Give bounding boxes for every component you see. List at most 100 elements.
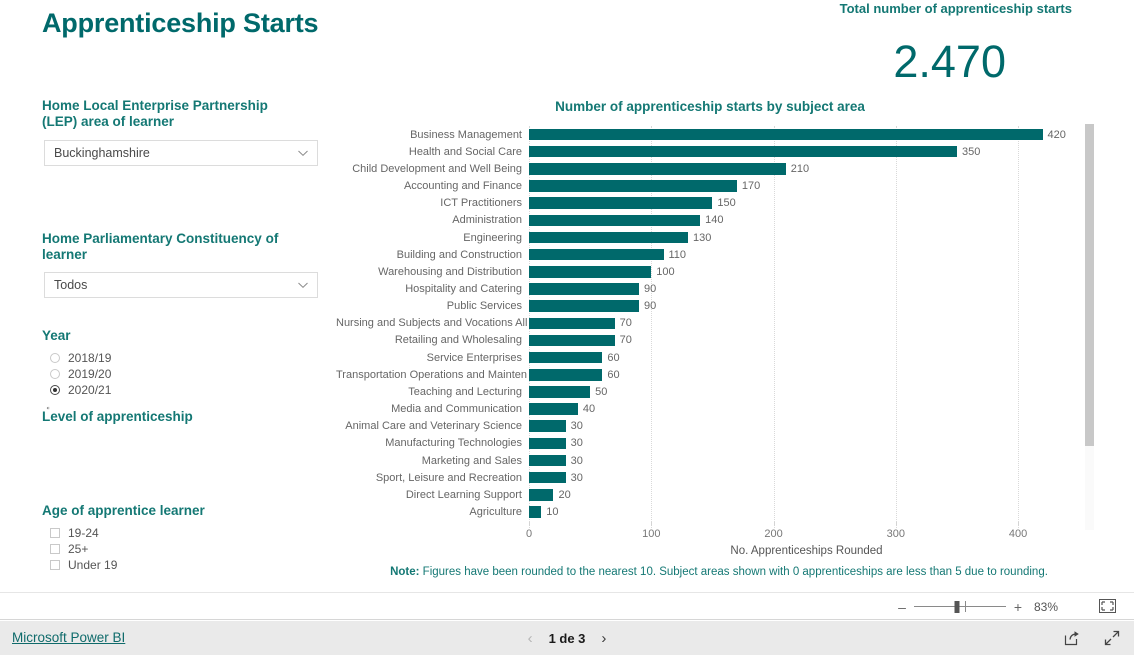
chart-bar[interactable]: [529, 489, 554, 501]
chart-category-label: Building and Construction: [396, 248, 522, 261]
kpi-value: 2.470: [893, 36, 1006, 87]
chart-bar-row[interactable]: 60: [529, 366, 1084, 383]
zoom-out-button[interactable]: –: [894, 600, 910, 614]
chart-bar-row[interactable]: 210: [529, 160, 1084, 177]
radio-icon[interactable]: [50, 353, 60, 363]
chart-bar-row[interactable]: 30: [529, 435, 1084, 452]
chart-bar[interactable]: [529, 420, 566, 432]
chart-bar[interactable]: [529, 351, 603, 364]
chart-bar[interactable]: [529, 369, 603, 381]
chart-note-text: Figures have been rounded to the nearest…: [422, 566, 1048, 578]
chart-bar[interactable]: [529, 214, 701, 227]
checkbox-icon[interactable]: [50, 560, 60, 570]
chart-bar-wrap: 60: [529, 349, 1084, 366]
chart-bar-wrap: 30: [529, 452, 1084, 469]
chart-category-label: Direct Learning Support: [405, 488, 522, 501]
chart-bar-row[interactable]: 50: [529, 383, 1084, 400]
chart-bar[interactable]: [529, 403, 578, 415]
chart-bar-wrap: 30: [529, 435, 1084, 452]
chart-category-label-row: Manufacturing Technologies: [336, 435, 528, 452]
chart-bar[interactable]: [529, 506, 542, 518]
chart-bar-row[interactable]: 150: [529, 195, 1084, 212]
chart-bar-value-label: 150: [717, 197, 736, 210]
chart-bar-wrap: 70: [529, 315, 1084, 332]
chart-bar[interactable]: [529, 197, 713, 209]
lep-dropdown[interactable]: Buckinghamshire: [44, 140, 318, 166]
chart-bar[interactable]: [529, 266, 652, 278]
lep-dropdown-value: Buckinghamshire: [54, 146, 150, 160]
chart-bar-row[interactable]: 110: [529, 246, 1084, 263]
radio-icon[interactable]: [50, 369, 60, 379]
chart-x-tick-mark: [1018, 522, 1020, 526]
chart-bar-row[interactable]: 10: [529, 503, 1084, 520]
zoom-in-button[interactable]: +: [1010, 600, 1026, 614]
zoom-slider[interactable]: [914, 600, 1006, 614]
checkbox-icon[interactable]: [50, 528, 60, 538]
chart-bar-wrap: 70: [529, 332, 1084, 349]
chart-category-label: Hospitality and Catering: [405, 282, 522, 295]
chart-bar-row[interactable]: 420: [529, 126, 1084, 143]
chart-x-tick-mark: [773, 522, 775, 526]
chart-bar-row[interactable]: 90: [529, 298, 1084, 315]
chart-category-label-row: Agriculture: [336, 503, 528, 520]
chevron-left-icon[interactable]: ‹: [528, 631, 533, 646]
chart-bar[interactable]: [529, 128, 1043, 141]
chart-bar[interactable]: [529, 334, 615, 347]
chart-bar-row[interactable]: 70: [529, 332, 1084, 349]
footer-icon-group: [1064, 621, 1120, 655]
chart-bar-value-label: 110: [668, 248, 687, 261]
chart-bar-row[interactable]: 140: [529, 212, 1084, 229]
checkbox-option-age-under-19[interactable]: Under 19: [50, 557, 117, 573]
zoom-slider-tick: [964, 601, 966, 612]
checkbox-option-age-19-24[interactable]: 19-24: [50, 525, 117, 541]
constituency-dropdown[interactable]: Todos: [44, 272, 318, 298]
chart-bar-row[interactable]: 70: [529, 315, 1084, 332]
chart-bar-row[interactable]: 20: [529, 486, 1084, 503]
chart-bar-row[interactable]: 100: [529, 263, 1084, 280]
chart-bar-row[interactable]: 90: [529, 280, 1084, 297]
chart-x-tick-label: 400: [1008, 528, 1028, 540]
chart-bar[interactable]: [529, 471, 566, 484]
chart-bar-row[interactable]: 60: [529, 349, 1084, 366]
slicer-title-level: Level of apprenticeship: [42, 409, 193, 424]
chart-bar[interactable]: [529, 163, 786, 175]
share-icon[interactable]: [1064, 630, 1080, 646]
chevron-right-icon[interactable]: ›: [601, 631, 606, 646]
chart-bar[interactable]: [529, 248, 664, 261]
chart-bar-row[interactable]: 40: [529, 401, 1084, 418]
radio-icon[interactable]: [50, 385, 60, 395]
fullscreen-icon[interactable]: [1104, 630, 1120, 646]
chart-bar[interactable]: [529, 300, 640, 312]
radio-option-year-2019-20[interactable]: 2019/20: [50, 366, 111, 382]
chart-bar[interactable]: [529, 317, 615, 330]
checkbox-option-age-25[interactable]: 25+: [50, 541, 117, 557]
chart-bar-value-label: 140: [705, 214, 724, 227]
chart-bar-row[interactable]: 350: [529, 143, 1084, 160]
chart-bar-row[interactable]: 30: [529, 452, 1084, 469]
radio-option-year-2020-21[interactable]: 2020/21: [50, 382, 111, 398]
chart-bar[interactable]: [529, 437, 566, 450]
chart-category-label: Retailing and Wholesaling: [394, 334, 522, 347]
chart-bar-value-label: 40: [582, 403, 596, 416]
zoom-slider-thumb[interactable]: [954, 601, 960, 613]
chart-bar[interactable]: [529, 386, 591, 398]
chart-category-label-row: Health and Social Care: [336, 143, 528, 160]
chart-bar-row[interactable]: 30: [529, 469, 1084, 486]
chart-bar[interactable]: [529, 231, 688, 244]
chart-scrollbar-thumb[interactable]: [1085, 124, 1094, 446]
checkbox-icon[interactable]: [50, 544, 60, 554]
chart-bar[interactable]: [529, 454, 566, 467]
chart-bar-row[interactable]: 170: [529, 177, 1084, 194]
chart-bar[interactable]: [529, 145, 957, 158]
chart-bar[interactable]: [529, 283, 640, 295]
chart-bar-row[interactable]: 130: [529, 229, 1084, 246]
chart-bar-value-label: 420: [1047, 128, 1066, 141]
chart-bar[interactable]: [529, 180, 737, 192]
option-label: Under 19: [68, 558, 118, 572]
chart-category-label: Child Development and Well Being: [352, 162, 522, 175]
chart-bar-row[interactable]: 30: [529, 418, 1084, 435]
fit-to-page-icon[interactable]: [1099, 599, 1116, 613]
radio-option-year-2018-19[interactable]: 2018/19: [50, 350, 111, 366]
chart-bar-value-label: 210: [790, 162, 810, 175]
chart-category-label-row: Public Services: [336, 298, 528, 315]
